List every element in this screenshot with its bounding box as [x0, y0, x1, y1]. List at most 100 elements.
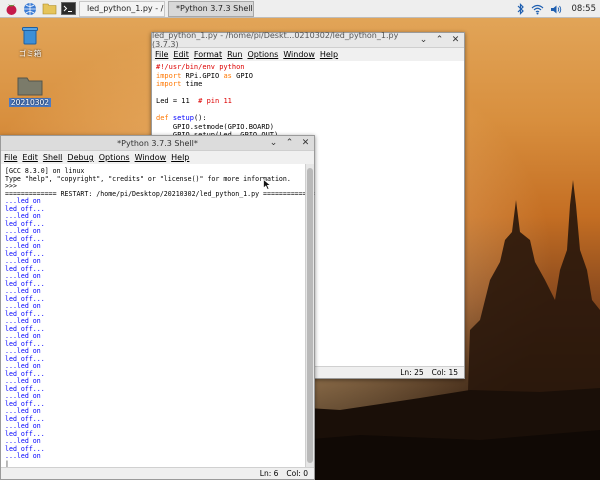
code-line: def setup(): [156, 114, 460, 123]
code-line: Led = 11 # pin 11 [156, 97, 460, 106]
code-token: RPi.GPIO [181, 71, 224, 80]
code-token: import [156, 80, 182, 88]
menu-edit[interactable]: Edit [173, 50, 189, 59]
file-manager-icon[interactable] [41, 1, 57, 17]
close-icon[interactable]: ✕ [300, 137, 311, 149]
raspberry-menu-icon[interactable] [3, 1, 19, 17]
shell-output-line: ...led on [5, 422, 41, 430]
line-number: Ln: 25 [400, 368, 424, 377]
code-line: GPIO.setmode(GPIO.BOARD) [156, 123, 460, 132]
menu-debug[interactable]: Debug [67, 153, 93, 162]
menu-edit[interactable]: Edit [22, 153, 38, 162]
shell-output-line: ...led on [5, 347, 41, 355]
editor-titlebar[interactable]: led_python_1.py - /home/pi/Deskt...02103… [152, 31, 464, 49]
code-token: GPIO.setmode(GPIO.BOARD) [156, 122, 275, 131]
volume-icon[interactable] [550, 4, 562, 15]
menu-window[interactable]: Window [135, 153, 167, 162]
task-shell-window[interactable]: *Python 3.7.3 Shell* [168, 0, 254, 17]
terminal-icon[interactable] [60, 1, 76, 17]
code-line: import time [156, 80, 460, 89]
shell-output-line: ...led on [5, 377, 41, 385]
editor-text-area[interactable]: #!/usr/bin/env python import RPi.GPIO as … [152, 61, 464, 142]
trash-icon [22, 27, 38, 45]
minimize-icon[interactable]: ⌄ [268, 137, 279, 149]
menu-window[interactable]: Window [283, 50, 315, 59]
shell-output-line: ...led on [5, 317, 41, 325]
menu-shell[interactable]: Shell [43, 153, 63, 162]
code-token: GPIO [231, 71, 253, 80]
shell-titlebar[interactable]: *Python 3.7.3 Shell* ⌄ ⌃ ✕ [1, 136, 314, 151]
shell-output-line: ...led on [5, 197, 41, 205]
shell-statusbar: Ln: 6 Col: 0 [1, 467, 314, 479]
scrollbar-thumb[interactable] [307, 168, 313, 463]
shell-output-line: led off... [5, 369, 45, 378]
clock[interactable]: 08:55 [572, 4, 597, 14]
menu-format[interactable]: Format [194, 50, 222, 59]
shell-output-line: led off... [5, 309, 45, 318]
shell-output-line: led off... [5, 324, 45, 333]
window-title: *Python 3.7.3 Shell* [117, 138, 198, 148]
task-editor-window[interactable]: led_python_1.py - /ho... [79, 0, 165, 17]
code-token: #!/usr/bin/env python [156, 63, 245, 71]
menu-file[interactable]: File [4, 153, 17, 162]
line-number: Ln: 6 [259, 469, 279, 478]
shell-output-line: led off... [5, 414, 45, 423]
task-label: led_python_1.py - /ho... [87, 4, 164, 13]
menu-help[interactable]: Help [320, 50, 338, 59]
shell-output-line: led off... [5, 264, 45, 273]
shell-output-line: led off... [5, 204, 45, 213]
shell-output-line: led off... [5, 399, 45, 408]
shell-output-line: led off... [5, 429, 45, 438]
minimize-icon[interactable]: ⌄ [418, 34, 429, 46]
shell-menubar: File Edit Shell Debug Options Window Hel… [1, 151, 314, 164]
menu-run[interactable]: Run [227, 50, 242, 59]
browser-icon[interactable] [22, 1, 38, 17]
folder-icon [17, 77, 43, 96]
maximize-icon[interactable]: ⌃ [434, 34, 445, 46]
shell-output-line: ...led on [5, 287, 41, 295]
shell-output-line: ...led on [5, 212, 41, 220]
shell-output-line: ...led on [5, 392, 41, 400]
desktop-icon-label: 20210302 [8, 98, 52, 107]
shell-output-line: led off... [5, 384, 45, 393]
close-icon[interactable]: ✕ [450, 34, 461, 46]
shell-output-line: led off... [5, 444, 45, 453]
mouse-pointer-icon [263, 179, 271, 190]
desktop-icon-folder[interactable]: 20210302 [8, 76, 52, 107]
system-tray: 08:55 [517, 0, 597, 18]
shell-output-line: ...led on [5, 437, 41, 445]
shell-output-line: ...led on [5, 272, 41, 280]
bluetooth-icon[interactable] [517, 3, 525, 15]
shell-output-line: led off... [5, 249, 45, 258]
taskbar: led_python_1.py - /ho... *Python 3.7.3 S… [0, 0, 600, 18]
shell-output-line: led off... [5, 234, 45, 243]
menu-help[interactable]: Help [171, 153, 189, 162]
code-line: import RPi.GPIO as GPIO [156, 72, 460, 81]
column-number: Col: 0 [286, 469, 308, 478]
shell-output-line: ...led on [5, 332, 41, 340]
shell-header-line: ============= RESTART: /home/pi/Desktop/… [5, 189, 315, 198]
code-token: # pin 11 [198, 97, 232, 105]
code-token: Led = 11 [156, 97, 199, 105]
wifi-icon[interactable] [531, 4, 544, 15]
shell-output-line: ...led on [5, 407, 41, 415]
shell-output-line: ...led on [5, 302, 41, 310]
desktop-icon-label: ゴミ箱 [18, 49, 42, 58]
code-token: def [156, 114, 169, 122]
shell-output-line: led off... [5, 339, 45, 348]
menu-options[interactable]: Options [247, 50, 278, 59]
menu-file[interactable]: File [155, 50, 168, 59]
shell-text-area[interactable]: [GCC 8.3.0] on linux Type "help", "copyri… [1, 164, 315, 470]
desktop-icon-trash[interactable]: ゴミ箱 [8, 24, 52, 59]
shell-output-line: led off... [5, 279, 45, 288]
shell-output-line: ...led on [5, 227, 41, 235]
shell-output-line: led off... [5, 294, 45, 303]
editor-menubar: File Edit Format Run Options Window Help [152, 48, 464, 61]
code-token: setup [172, 114, 194, 122]
maximize-icon[interactable]: ⌃ [284, 137, 295, 149]
shell-output-line: led off... [5, 354, 45, 363]
menu-options[interactable]: Options [99, 153, 130, 162]
shell-scrollbar[interactable] [305, 164, 314, 467]
